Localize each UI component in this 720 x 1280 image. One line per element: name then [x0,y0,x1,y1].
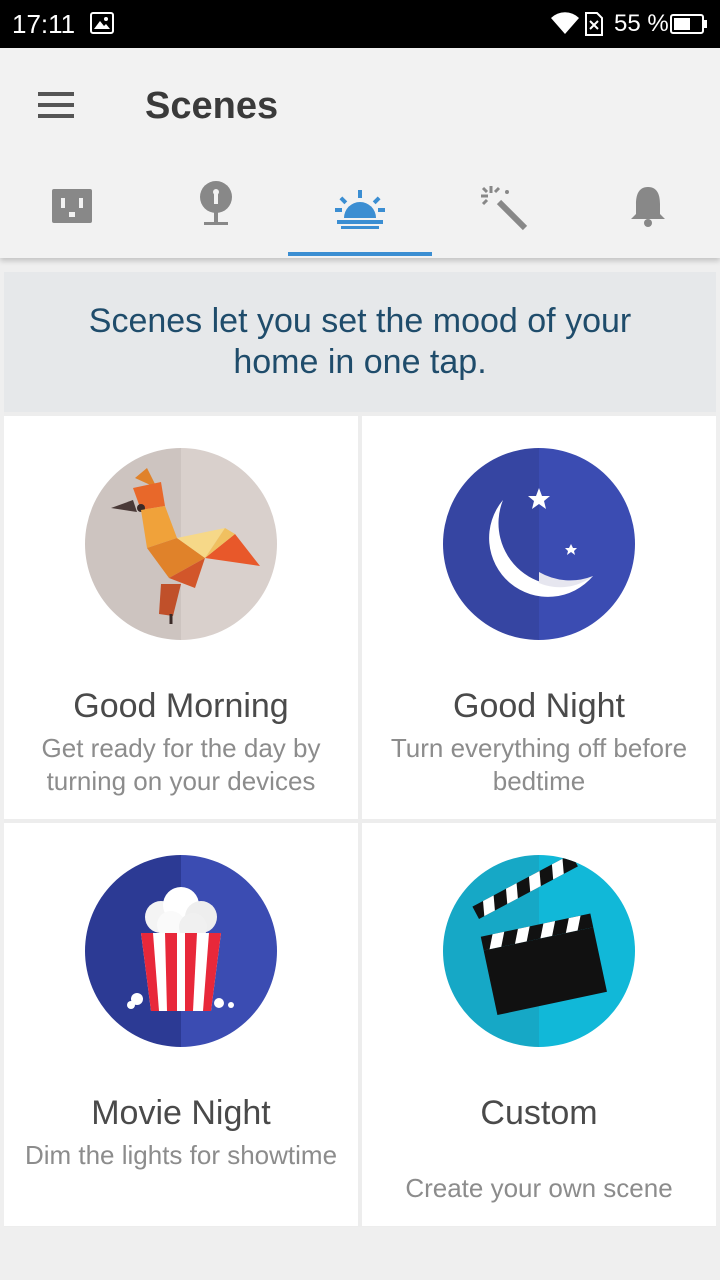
scene-title: Good Night [453,687,625,725]
clapperboard-icon [443,855,635,1047]
scenes-content: Scenes let you set the mood of your home… [4,272,716,1227]
scene-title: Movie Night [91,1094,271,1132]
sunrise-icon [335,190,385,229]
wifi-icon [551,12,579,34]
image-notification-icon [90,12,114,34]
scene-card-good-night[interactable]: Good Night Turn everything off before be… [362,416,716,819]
outlet-icon [52,189,92,223]
status-time: 17:11 [12,9,76,39]
scene-card-custom[interactable]: Custom Create your own scene [362,823,716,1226]
scene-description: Turn everything off before bedtime [390,733,688,796]
magic-wand-icon [481,186,528,231]
scene-card-movie-night[interactable]: Movie Night Dim the lights for showtime [4,823,358,1226]
tab-bar [0,156,720,258]
bell-icon [631,187,665,227]
tab-outlet[interactable] [0,156,144,258]
rooster-icon [85,448,277,640]
scene-card-good-morning[interactable]: Good Morning Get ready for the day by tu… [4,416,358,819]
battery-percent: 55 % [614,10,669,37]
scene-description: Create your own scene [405,1173,673,1203]
app-bar: Scenes [0,48,720,258]
no-sim-icon [585,12,603,36]
scene-description: Get ready for the day by turning on your… [41,733,321,796]
scene-description: Dim the lights for showtime [24,1140,338,1170]
lightbulb-icon [200,181,232,225]
tab-scenes[interactable] [288,156,432,258]
status-bar: 17:11 55 % [0,0,720,48]
scene-title: Custom [480,1094,598,1132]
battery-icon [670,14,707,34]
tab-alerts[interactable] [576,156,720,258]
tab-magic[interactable] [432,156,576,258]
menu-button[interactable] [36,92,76,120]
scene-title: Good Morning [73,687,289,725]
active-tab-indicator [288,252,432,256]
scenes-banner: Scenes let you set the mood of your home… [4,272,716,412]
page-title: Scenes [145,85,279,127]
popcorn-icon [85,855,277,1047]
tab-bulb[interactable] [144,156,288,258]
moon-icon [443,448,635,640]
